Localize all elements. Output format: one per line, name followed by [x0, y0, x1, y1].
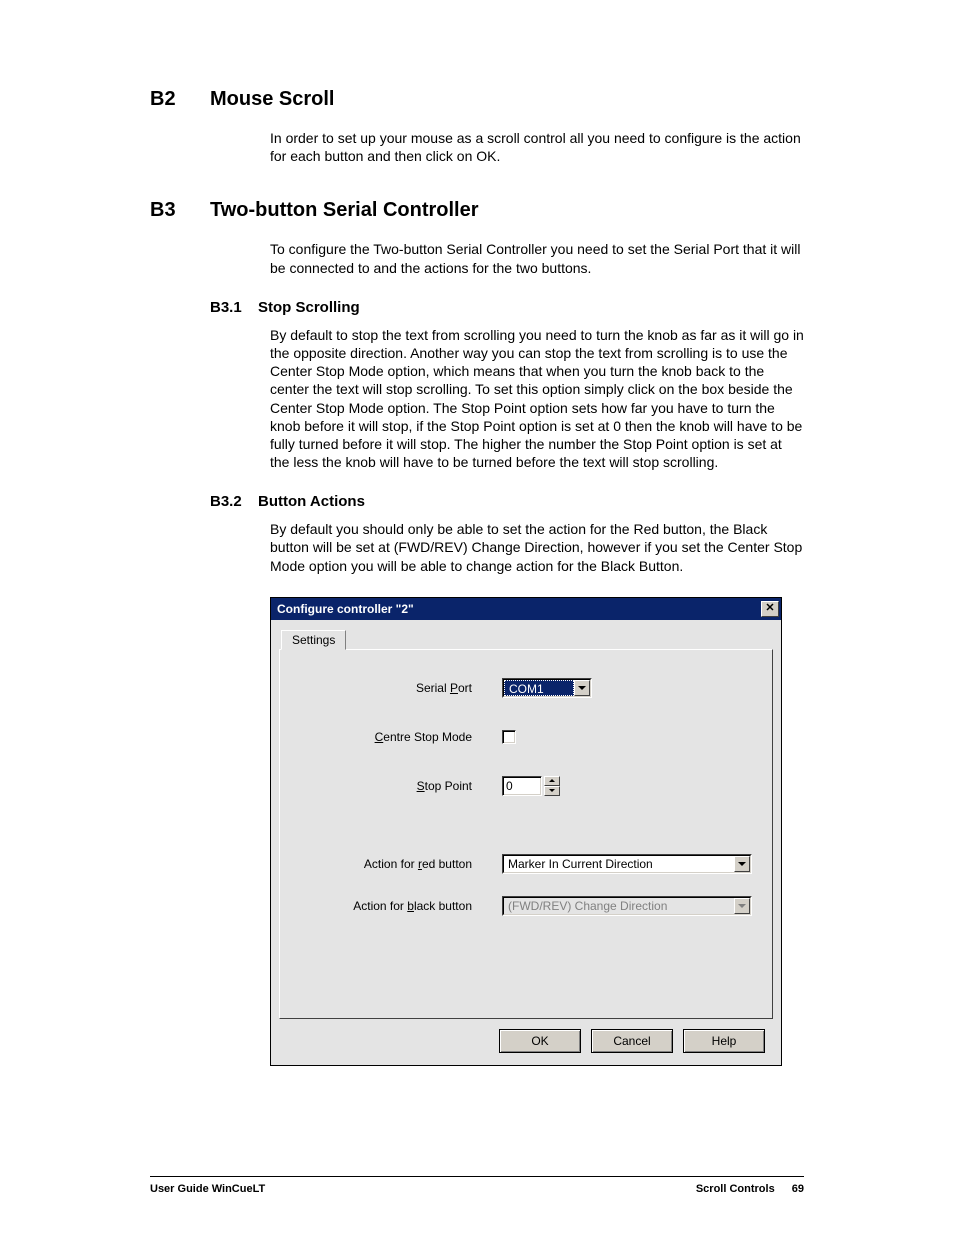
- footer-section: Scroll Controls: [696, 1183, 775, 1195]
- dialog-button-row: OK Cancel Help: [279, 1019, 773, 1055]
- label-centre-stop-mode: Centre Stop Mode: [302, 730, 502, 744]
- paragraph-b3-2: By default you should only be able to se…: [270, 520, 804, 575]
- page-footer: User Guide WinCueLT Scroll Controls 69: [150, 1176, 804, 1195]
- spin-up-button[interactable]: [544, 776, 560, 786]
- heading-number: B3: [150, 199, 210, 222]
- serial-port-value: COM1: [504, 680, 574, 696]
- footer-right: Scroll Controls 69: [696, 1183, 804, 1195]
- label-action-red-button: Action for red button: [302, 857, 502, 871]
- red-button-action-value: Marker In Current Direction: [504, 856, 734, 872]
- heading-b3-2: B3.2 Button Actions: [210, 493, 804, 510]
- heading-title: Mouse Scroll: [210, 88, 334, 111]
- configure-controller-dialog: Configure controller "2" ✕ Settings Seri…: [270, 597, 782, 1066]
- tab-strip: Settings: [279, 628, 773, 650]
- subheading-number: B3.2: [210, 493, 258, 510]
- chevron-up-icon: [549, 779, 555, 782]
- page-number: 69: [792, 1183, 804, 1195]
- subheading-title: Stop Scrolling: [258, 299, 360, 316]
- chevron-down-icon: [738, 904, 746, 908]
- stop-point-spinner[interactable]: 0: [502, 776, 560, 796]
- paragraph-b2: In order to set up your mouse as a scrol…: [270, 129, 804, 165]
- heading-b3: B3 Two-button Serial Controller: [150, 199, 804, 222]
- help-button[interactable]: Help: [683, 1029, 765, 1053]
- heading-b2: B2 Mouse Scroll: [150, 88, 804, 111]
- footer-left: User Guide WinCueLT: [150, 1183, 265, 1195]
- tab-settings[interactable]: Settings: [281, 630, 346, 650]
- close-button[interactable]: ✕: [761, 601, 779, 617]
- paragraph-b3: To configure the Two-button Serial Contr…: [270, 240, 804, 276]
- dialog-titlebar[interactable]: Configure controller "2" ✕: [271, 598, 781, 620]
- label-serial-port: Serial Port: [302, 681, 502, 695]
- page-content: B2 Mouse Scroll In order to set up your …: [0, 0, 954, 1066]
- black-button-action-value: (FWD/REV) Change Direction: [504, 898, 734, 914]
- heading-b3-1: B3.1 Stop Scrolling: [210, 299, 804, 316]
- dropdown-button: [734, 898, 750, 914]
- close-icon: ✕: [765, 603, 774, 614]
- paragraph-b3-1: By default to stop the text from scrolli…: [270, 326, 804, 472]
- chevron-down-icon: [578, 686, 586, 690]
- chevron-down-icon: [549, 789, 555, 792]
- black-button-action-dropdown: (FWD/REV) Change Direction: [502, 896, 752, 916]
- serial-port-dropdown[interactable]: COM1: [502, 678, 592, 698]
- settings-panel: Serial Port COM1 Centre Stop Mode: [279, 649, 773, 1019]
- subheading-title: Button Actions: [258, 493, 365, 510]
- heading-title: Two-button Serial Controller: [210, 199, 479, 222]
- red-button-action-dropdown[interactable]: Marker In Current Direction: [502, 854, 752, 874]
- heading-number: B2: [150, 88, 210, 111]
- dropdown-button[interactable]: [734, 856, 750, 872]
- subheading-number: B3.1: [210, 299, 258, 316]
- centre-stop-mode-checkbox[interactable]: [502, 730, 516, 744]
- spin-down-button[interactable]: [544, 786, 560, 796]
- dialog-title: Configure controller "2": [277, 602, 761, 616]
- dialog-body: Settings Serial Port COM1: [271, 620, 781, 1065]
- ok-button[interactable]: OK: [499, 1029, 581, 1053]
- dropdown-button[interactable]: [574, 680, 590, 696]
- label-action-black-button: Action for black button: [302, 899, 502, 913]
- stop-point-value[interactable]: 0: [502, 776, 542, 796]
- cancel-button[interactable]: Cancel: [591, 1029, 673, 1053]
- chevron-down-icon: [738, 862, 746, 866]
- label-stop-point: Stop Point: [302, 779, 502, 793]
